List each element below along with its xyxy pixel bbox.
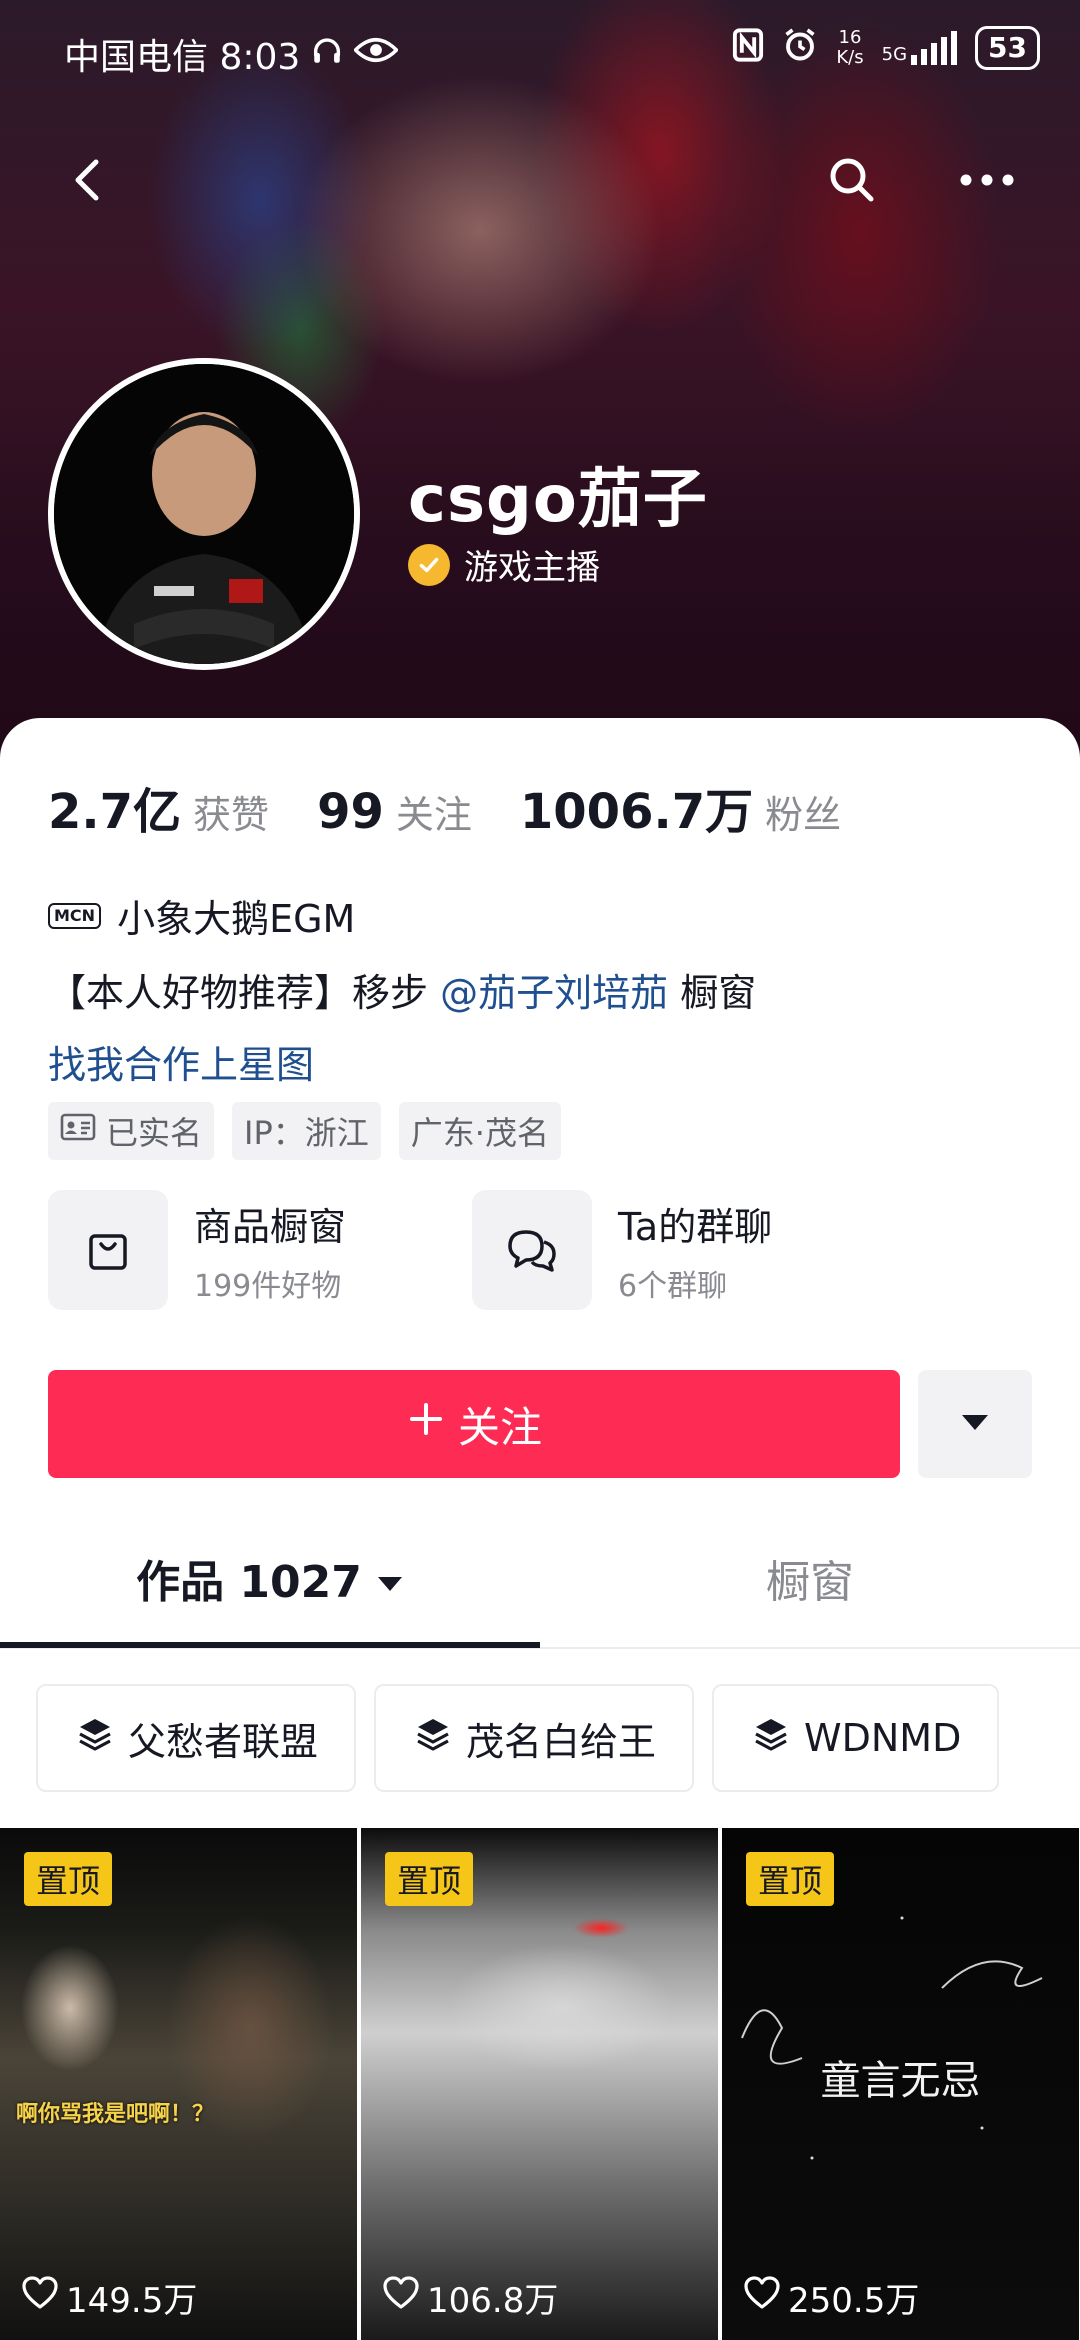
shop-window-entry[interactable]: 商品橱窗 199件好物: [48, 1190, 472, 1310]
stat-label: 关注: [395, 793, 472, 837]
id-card-icon: [60, 1112, 96, 1150]
bio-text-suffix: 橱窗: [668, 971, 757, 1015]
signal: 5G: [881, 31, 958, 65]
heart-icon: [383, 2276, 419, 2319]
entry-title: Ta的群聊: [618, 1204, 773, 1249]
tab-works[interactable]: 作品 1027: [0, 1538, 540, 1618]
headphones-icon: [310, 33, 344, 76]
bio-mention-link[interactable]: @茄子刘培茄: [440, 971, 668, 1015]
pinned-badge: 置顶: [385, 1852, 474, 1906]
follow-label: 关注: [457, 1402, 542, 1452]
video-caption: 童言无忌: [820, 2058, 981, 2104]
battery-indicator: 53: [975, 26, 1040, 70]
mcn-row[interactable]: MCN 小象大鹅EGM: [48, 888, 355, 943]
stat-following[interactable]: 99 关注: [317, 784, 472, 840]
bio-text: 【本人好物推荐】移步: [48, 971, 441, 1015]
stat-label: 获赞: [193, 793, 270, 837]
collection-chip[interactable]: 茂名白给王: [374, 1684, 695, 1792]
tag-label: IP：浙江: [244, 1114, 369, 1152]
carrier-time: 中国电信 8:03: [64, 37, 301, 78]
verification: 游戏主播: [408, 540, 600, 589]
stat-value: 1006.7万: [519, 784, 754, 840]
more-options-icon[interactable]: [952, 150, 1022, 210]
plus-icon: [406, 1399, 446, 1449]
heart-icon: [22, 2276, 58, 2319]
follow-button[interactable]: 关注: [48, 1370, 900, 1478]
tab-shop-label: 橱窗: [766, 1557, 854, 1608]
layers-icon: [752, 1715, 790, 1762]
likes-count: 149.5万: [66, 2281, 198, 2321]
verified-check-icon: [408, 543, 450, 586]
group-chat-entry[interactable]: Ta的群聊 6个群聊: [472, 1190, 896, 1310]
bio-line: 【本人好物推荐】移步 @茄子刘培茄 橱窗: [48, 962, 756, 1017]
caret-down-icon: [960, 1412, 990, 1436]
net-speed-value: 16: [838, 27, 862, 48]
tab-shop-window[interactable]: 橱窗: [540, 1538, 1080, 1618]
stats-row: 2.7亿 获赞 99 关注 1006.7万 粉丝: [48, 772, 841, 842]
cooperation-link[interactable]: 找我合作上星图: [48, 1034, 314, 1089]
back-icon[interactable]: [60, 150, 120, 210]
video-thumbnail[interactable]: 置顶 106.8万: [361, 1828, 718, 2340]
avatar[interactable]: [48, 358, 360, 670]
collections-row: 父愁者联盟 茂名白给王 WDNMD: [36, 1684, 1000, 1792]
status-left: 中国电信 8:03: [64, 28, 400, 80]
tab-indicator: [0, 1642, 540, 1648]
tag-label: 广东·茂名: [410, 1114, 549, 1152]
status-bar: 中国电信 8:03 16 K/s 5G 53: [0, 0, 1080, 100]
likes-count: 250.5万: [788, 2281, 920, 2321]
nfc-icon: [732, 27, 764, 69]
mcn-badge: MCN: [48, 902, 102, 929]
video-thumbnail[interactable]: 置顶 啊你骂我是吧啊！？ 149.5万: [0, 1828, 357, 2340]
caret-down-icon[interactable]: [376, 1553, 404, 1604]
collection-label: 茂名白给王: [466, 1719, 657, 1764]
video-likes: 149.5万: [22, 2273, 197, 2322]
collection-label: 父愁者联盟: [128, 1719, 319, 1764]
video-likes: 250.5万: [744, 2273, 919, 2322]
avatar-portrait: [54, 364, 354, 664]
entry-row: 商品橱窗 199件好物 Ta的群聊 6个群聊: [48, 1190, 896, 1310]
layers-icon: [76, 1715, 114, 1762]
search-icon[interactable]: [822, 150, 882, 210]
verification-label: 游戏主播: [464, 548, 600, 588]
likes-count: 106.8万: [427, 2281, 559, 2321]
more-actions-button[interactable]: [918, 1370, 1032, 1478]
stat-label: 粉丝: [765, 793, 842, 837]
collection-chip[interactable]: 父愁者联盟: [36, 1684, 357, 1792]
eye-icon: [353, 33, 400, 76]
signal-bars-icon: [911, 31, 958, 65]
entry-title: 商品橱窗: [194, 1204, 347, 1249]
shopping-bag-icon: [48, 1190, 168, 1310]
video-thumbnail[interactable]: 置顶 童言无忌 250.5万: [722, 1828, 1079, 2340]
tag-location: 广东·茂名: [398, 1102, 561, 1160]
tag-ip: IP：浙江: [232, 1102, 381, 1160]
heart-icon: [744, 2276, 780, 2319]
net-speed: 16 K/s: [836, 28, 863, 68]
video-likes: 106.8万: [383, 2273, 558, 2322]
tab-works-label: 作品 1027: [136, 1557, 362, 1608]
entry-subtitle: 199件好物: [194, 1268, 342, 1304]
tag-real-name: 已实名: [48, 1102, 215, 1160]
stat-value: 2.7亿: [48, 784, 182, 840]
video-grid: 置顶 啊你骂我是吧啊！？ 149.5万 置顶 106.8万 置顶 童言无忌 25…: [0, 1828, 1080, 2340]
status-right: 16 K/s 5G 53: [732, 26, 1040, 70]
profile-name: csgo茄子: [408, 463, 708, 537]
stat-likes[interactable]: 2.7亿 获赞: [48, 772, 269, 842]
tag-label: 已实名: [106, 1114, 203, 1152]
chat-bubbles-icon: [472, 1190, 592, 1310]
pinned-badge: 置顶: [24, 1852, 113, 1906]
alarm-icon: [782, 27, 818, 70]
collection-chip[interactable]: WDNMD: [712, 1684, 1000, 1792]
entry-subtitle: 6个群聊: [618, 1268, 728, 1304]
net-speed-unit: K/s: [836, 47, 864, 68]
mcn-name: 小象大鹅EGM: [117, 897, 356, 941]
video-caption: 啊你骂我是吧啊！？: [16, 2102, 215, 2127]
profile-card: 2.7亿 获赞 99 关注 1006.7万 粉丝 MCN 小象大鹅EGM 【本人…: [0, 718, 1080, 2340]
layers-icon: [414, 1715, 452, 1762]
profile-tags: 已实名 IP：浙江 广东·茂名: [48, 1102, 561, 1160]
stat-followers[interactable]: 1006.7万 粉丝: [520, 772, 841, 842]
collection-label: WDNMD: [804, 1716, 962, 1760]
stat-value: 99: [317, 784, 384, 840]
network-type: 5G: [881, 44, 908, 65]
